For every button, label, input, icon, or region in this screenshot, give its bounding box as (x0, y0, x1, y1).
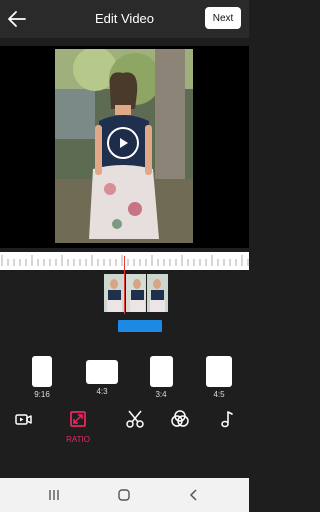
nav-back-button[interactable] (186, 487, 202, 503)
recent-apps-icon (49, 490, 59, 500)
home-icon (118, 489, 130, 501)
tool-filter[interactable] (160, 409, 200, 434)
play-button[interactable] (107, 127, 139, 159)
clip-thumbnail (125, 274, 147, 312)
play-icon (120, 138, 128, 148)
ratio-icon (70, 411, 86, 427)
clip-thumbnail (104, 274, 125, 312)
ratio-label: 4:3 (96, 387, 108, 396)
ratio-label: 4:5 (213, 390, 225, 399)
tool-ratio-label: RATIO (66, 435, 90, 444)
filter-icon (171, 410, 189, 427)
tool-video[interactable] (3, 409, 43, 434)
home-button[interactable] (116, 487, 132, 503)
ratio-option-4-5[interactable]: 4:5 (205, 356, 233, 399)
music-note-icon (221, 411, 233, 428)
ratio-options: 9:16 4:3 3:4 4:5 (0, 356, 249, 406)
ratio-label: 9:16 (34, 390, 50, 399)
recent-apps-button[interactable] (46, 487, 62, 503)
editor-toolbar: RATIO (0, 409, 249, 444)
ratio-label: 3:4 (155, 390, 167, 399)
audio-track[interactable] (118, 320, 162, 332)
next-button[interactable]: Next (205, 7, 241, 29)
tool-ratio[interactable]: RATIO (58, 409, 98, 444)
top-app-bar: Edit Video Next (0, 0, 249, 38)
ratio-9-16-shape (32, 356, 52, 387)
scissors-icon (126, 410, 144, 428)
video-clip-strip[interactable] (104, 274, 169, 312)
ratio-option-4-3[interactable]: 4:3 (85, 356, 119, 396)
system-nav-bar (0, 478, 249, 512)
ratio-option-3-4[interactable]: 3:4 (148, 356, 174, 399)
ratio-option-9-16[interactable]: 9:16 (31, 356, 53, 399)
video-camera-icon (15, 414, 32, 425)
tool-trim[interactable] (115, 409, 155, 434)
ratio-3-4-shape (149, 356, 173, 387)
ratio-4-3-shape (86, 360, 118, 384)
clip-thumbnail (147, 274, 169, 312)
playhead[interactable] (124, 256, 125, 314)
tool-music[interactable] (206, 409, 246, 434)
nav-back-icon (189, 489, 197, 501)
ratio-4-5-shape (206, 356, 232, 387)
